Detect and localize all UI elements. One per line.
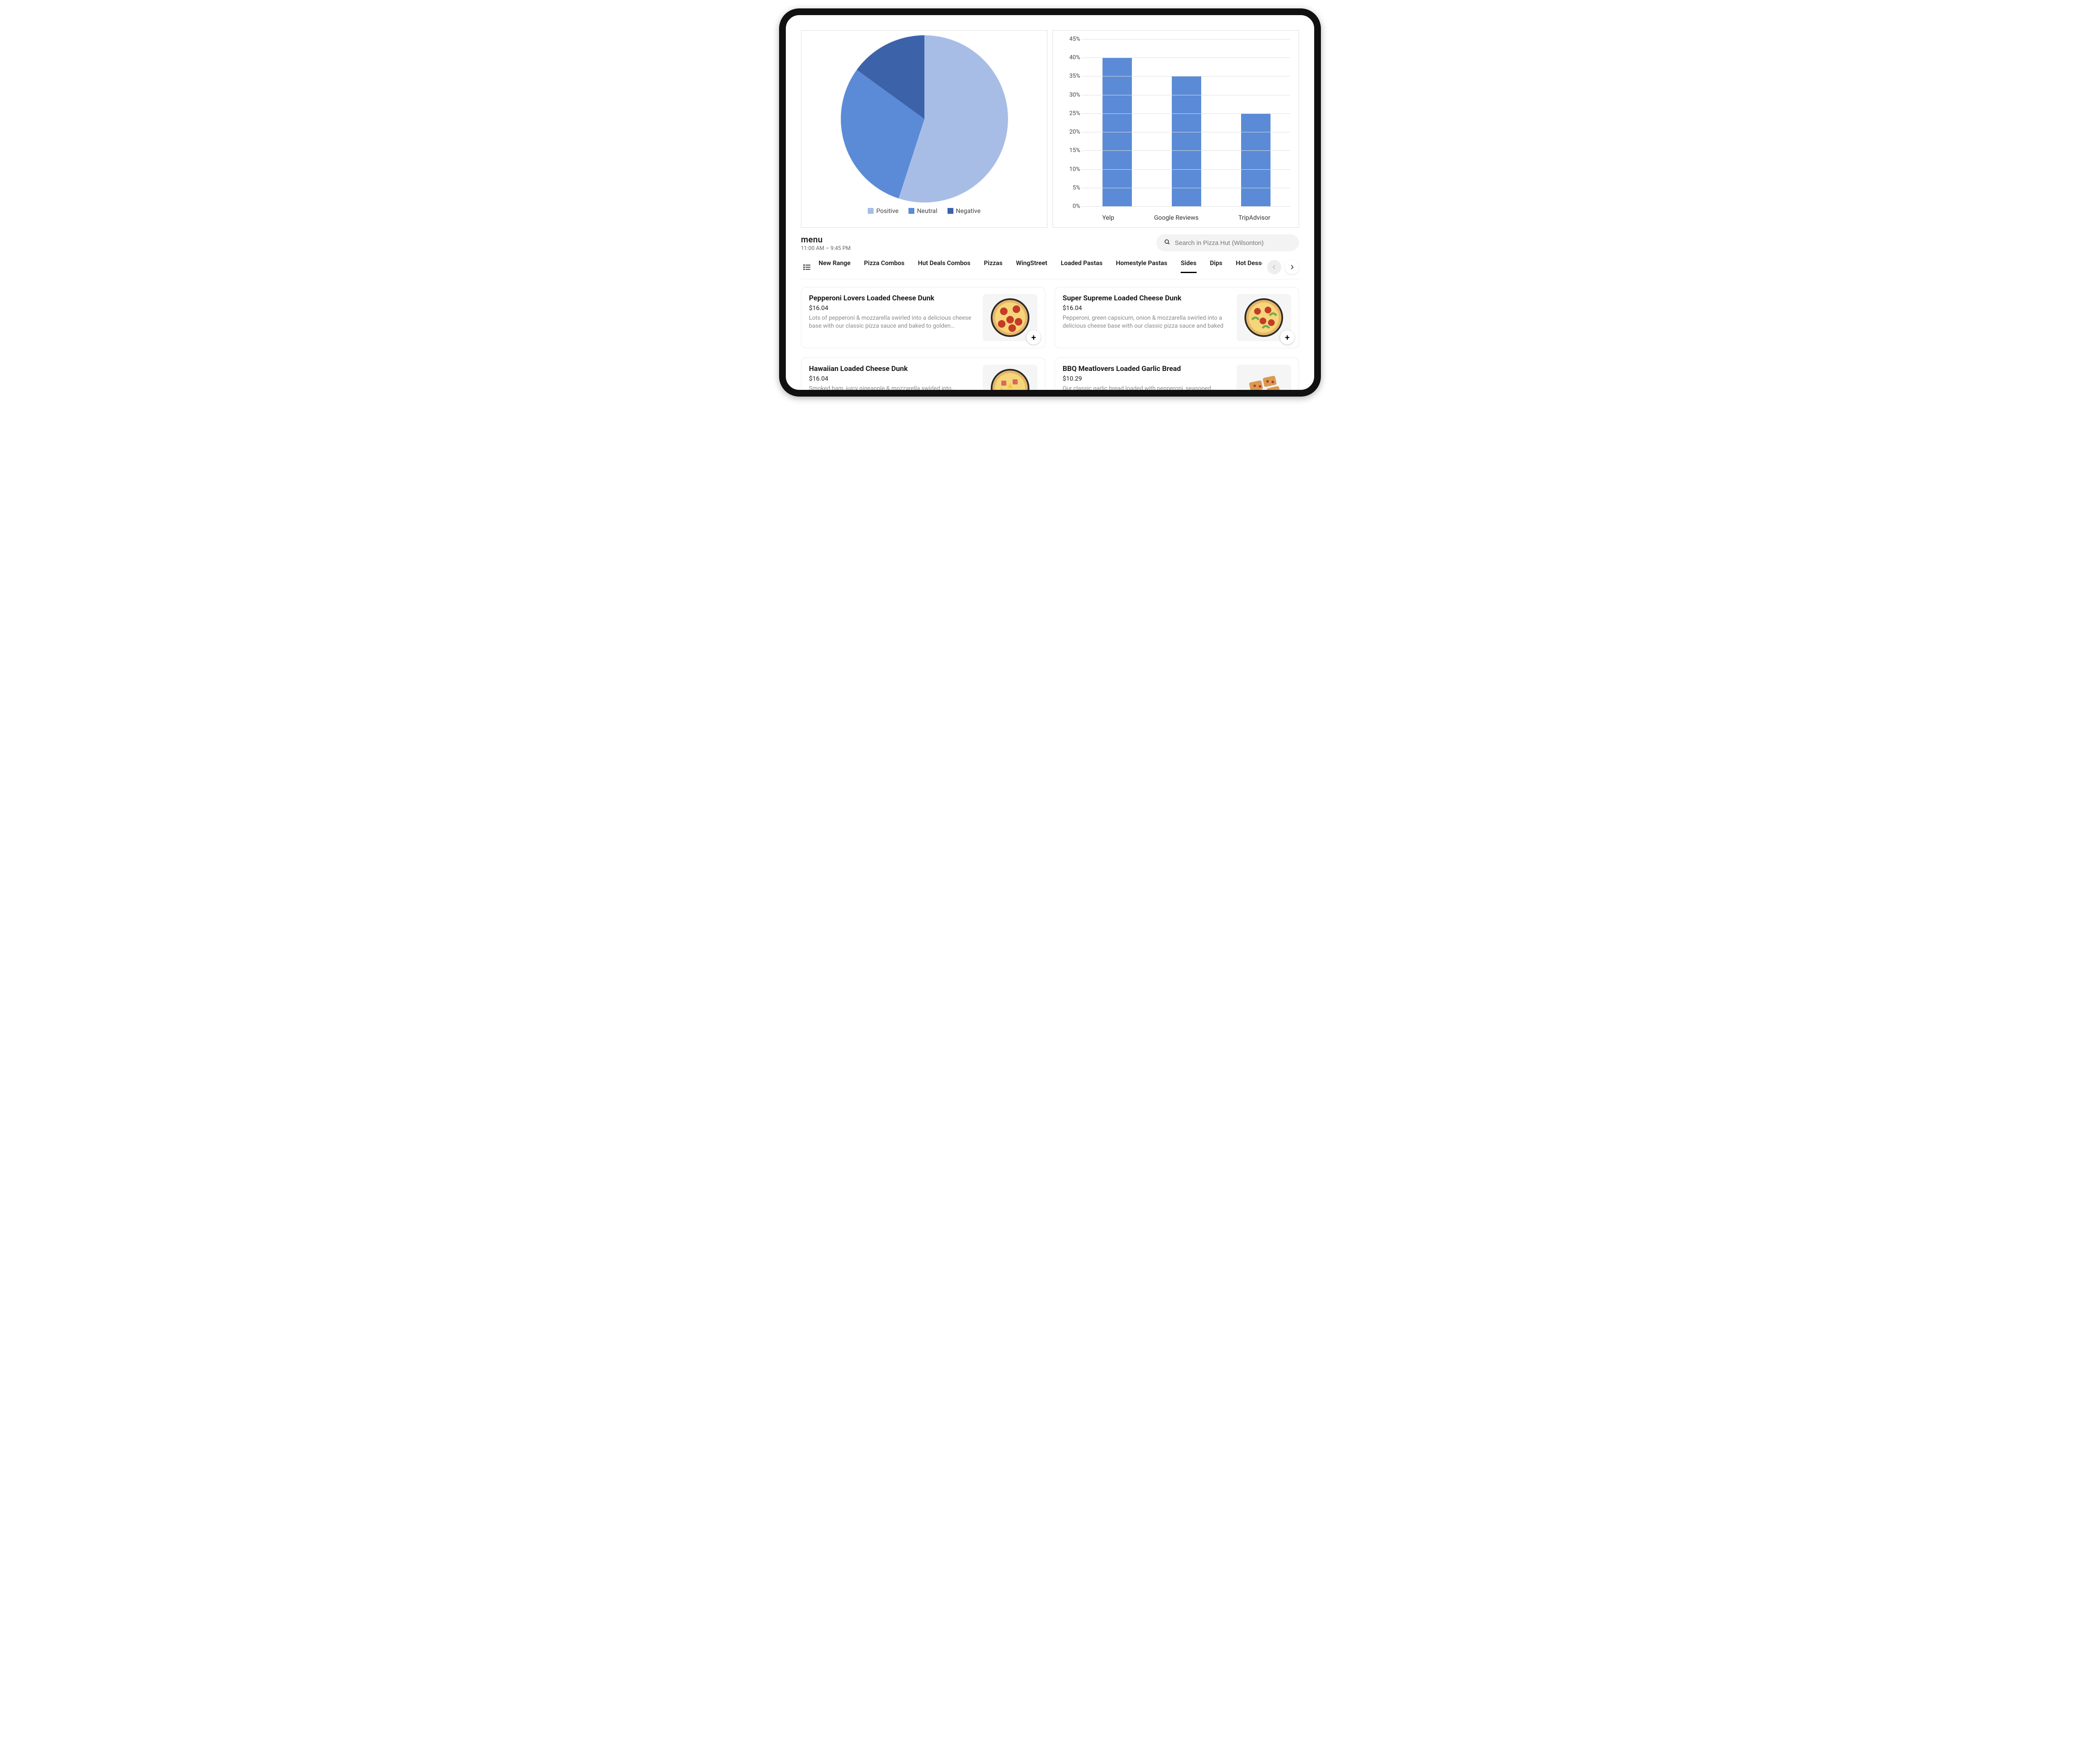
menu-item-card[interactable]: Hawaiian Loaded Cheese Dunk $16.04 Smoke… xyxy=(801,358,1045,390)
item-thumbnail: + xyxy=(983,294,1037,341)
tab-hot-desserts[interactable]: Hot Desserts xyxy=(1236,259,1262,273)
tab-loaded-pastas[interactable]: Loaded Pastas xyxy=(1061,259,1102,273)
tabs-prev-button[interactable] xyxy=(1267,260,1281,274)
tablet-frame: PositiveNeutralNegative 0%5%10%15%20%25%… xyxy=(779,8,1321,397)
legend-swatch xyxy=(868,208,874,214)
item-thumbnail: + xyxy=(983,365,1037,390)
x-tick-label: Google Reviews xyxy=(1154,214,1199,221)
y-tick-label: 15% xyxy=(1059,147,1080,154)
category-tabs: New Range Pizza Combos Hut Deals Combos Piz… xyxy=(819,255,1262,279)
tab-hut-deals-combos[interactable]: Hut Deals Combos xyxy=(918,259,971,273)
charts-row: PositiveNeutralNegative 0%5%10%15%20%25%… xyxy=(801,30,1299,228)
item-name: Hawaiian Loaded Cheese Dunk xyxy=(809,365,977,373)
item-price: $10.29 xyxy=(1063,375,1231,382)
y-tick-label: 35% xyxy=(1059,73,1080,79)
legend-swatch xyxy=(908,208,914,214)
tab-pizzas[interactable]: Pizzas xyxy=(984,259,1002,273)
tab-pizza-combos[interactable]: Pizza Combos xyxy=(864,259,904,273)
menu-item-card[interactable]: Pepperoni Lovers Loaded Cheese Dunk $16.… xyxy=(801,287,1045,348)
grid-line xyxy=(1082,169,1290,170)
item-price: $16.04 xyxy=(1063,304,1231,312)
bar xyxy=(1241,113,1270,206)
pie-chart-card: Positive Neutral Negative xyxy=(801,30,1047,228)
reviews-bar-chart: 0%5%10%15%20%25%30%35%40%45% xyxy=(1082,39,1290,206)
tab-sides[interactable]: Sides xyxy=(1181,259,1196,273)
y-tick-label: 40% xyxy=(1059,54,1080,61)
item-name: Super Supreme Loaded Cheese Dunk xyxy=(1063,294,1231,302)
grid-line xyxy=(1082,206,1290,207)
item-description: Lots of pepperoni & mozzarella swirled i… xyxy=(809,314,977,330)
item-thumbnail: + xyxy=(1236,365,1291,390)
item-description: Pepperoni, green capsicum, onion & mozza… xyxy=(1063,314,1231,330)
item-name: BBQ Meatlovers Loaded Garlic Bread xyxy=(1063,365,1231,373)
item-price: $16.04 xyxy=(809,375,977,382)
list-view-icon[interactable] xyxy=(801,261,813,273)
tab-new-range[interactable]: New Range xyxy=(819,259,850,273)
menu-title: menu xyxy=(801,234,850,244)
bar xyxy=(1172,76,1201,206)
grid-line xyxy=(1082,113,1290,114)
item-thumbnail: + xyxy=(1236,294,1291,341)
menu-items-grid: Pepperoni Lovers Loaded Cheese Dunk $16.… xyxy=(801,287,1299,390)
item-price: $16.04 xyxy=(809,304,977,312)
search-icon xyxy=(1164,239,1171,247)
item-description: Smoked ham, juicy pineapple & mozzarella… xyxy=(809,385,977,390)
legend-item: Negative xyxy=(948,207,981,215)
add-item-button[interactable]: + xyxy=(1026,330,1041,344)
search-box[interactable] xyxy=(1156,234,1299,251)
sentiment-pie xyxy=(840,35,1008,203)
tab-dips[interactable]: Dips xyxy=(1210,259,1223,273)
bar-x-labels: Yelp Google Reviews TripAdvisor xyxy=(1082,214,1290,221)
pie-legend: Positive Neutral Negative xyxy=(868,207,980,215)
item-name: Pepperoni Lovers Loaded Cheese Dunk xyxy=(809,294,977,302)
menu-hours: 11:00 AM – 9:45 PM xyxy=(801,245,850,252)
y-tick-label: 45% xyxy=(1059,36,1080,42)
tab-wingstreet[interactable]: WingStreet xyxy=(1016,259,1047,273)
menu-item-card[interactable]: Super Supreme Loaded Cheese Dunk $16.04 … xyxy=(1055,287,1299,348)
search-input[interactable] xyxy=(1175,239,1292,247)
legend-item: Positive xyxy=(868,207,898,215)
add-item-button[interactable]: + xyxy=(1280,330,1294,344)
y-tick-label: 5% xyxy=(1059,184,1080,191)
y-tick-label: 0% xyxy=(1059,203,1080,210)
item-description: Our classic garlic bread loaded with pep… xyxy=(1063,385,1231,390)
menu-header: menu 11:00 AM – 9:45 PM xyxy=(801,234,1299,252)
y-tick-label: 30% xyxy=(1059,92,1080,98)
legend-item: Neutral xyxy=(908,207,937,215)
y-tick-label: 10% xyxy=(1059,166,1080,173)
bar-chart-card: 0%5%10%15%20%25%30%35%40%45% YelpGoogle … xyxy=(1053,30,1299,228)
x-tick-label: Yelp xyxy=(1102,214,1114,221)
tabs-row: New Range Pizza Combos Hut Deals Combos Piz… xyxy=(801,255,1299,279)
x-tick-label: TripAdvisor xyxy=(1239,214,1270,221)
legend-swatch xyxy=(948,208,953,214)
screen: PositiveNeutralNegative 0%5%10%15%20%25%… xyxy=(786,15,1314,390)
tab-homestyle-pastas[interactable]: Homestyle Pastas xyxy=(1116,259,1167,273)
grid-line xyxy=(1082,150,1290,151)
menu-item-card[interactable]: BBQ Meatlovers Loaded Garlic Bread $10.2… xyxy=(1055,358,1299,390)
y-tick-label: 20% xyxy=(1059,129,1080,135)
y-tick-label: 25% xyxy=(1059,110,1080,117)
tabs-next-button[interactable] xyxy=(1285,260,1299,274)
